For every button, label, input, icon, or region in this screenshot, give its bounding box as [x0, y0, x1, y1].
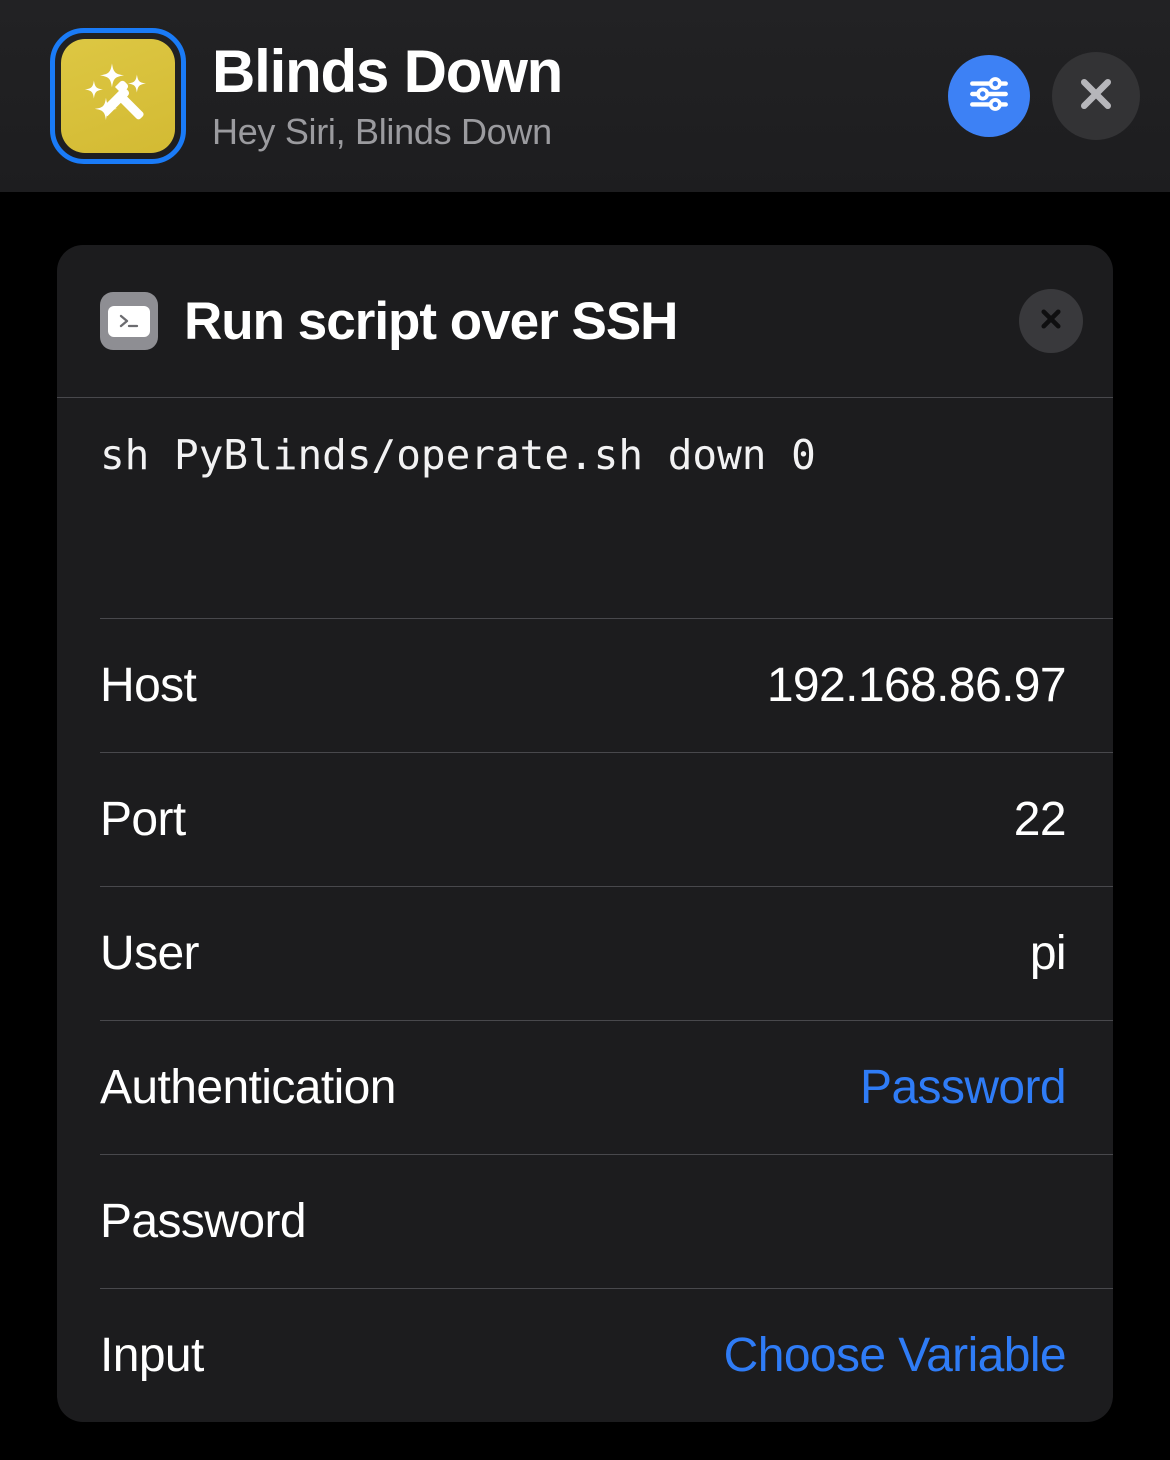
- card-header: Run script over SSH: [57, 245, 1113, 397]
- header-text-block: Blinds Down Hey Siri, Blinds Down: [212, 40, 938, 153]
- app-header: Blinds Down Hey Siri, Blinds Down: [0, 0, 1170, 192]
- field-label: Port: [100, 793, 186, 846]
- field-label: Password: [100, 1195, 307, 1248]
- field-row-authentication[interactable]: Authentication Password: [57, 1021, 1113, 1154]
- field-value-user[interactable]: pi: [1030, 926, 1067, 981]
- header-actions: [948, 52, 1140, 140]
- script-text[interactable]: sh PyBlinds/operate.sh down 0: [100, 430, 1070, 481]
- field-value-port[interactable]: 22: [1014, 792, 1067, 847]
- magic-wand-icon: [61, 39, 175, 153]
- field-row-user[interactable]: User pi: [57, 887, 1113, 1020]
- field-value-input[interactable]: Choose Variable: [724, 1328, 1067, 1383]
- settings-button[interactable]: [948, 55, 1030, 137]
- field-label: User: [100, 927, 200, 980]
- field-label: Authentication: [100, 1061, 396, 1114]
- field-row-input[interactable]: Input Choose Variable: [57, 1289, 1113, 1422]
- shortcut-icon-selection-ring[interactable]: [50, 28, 186, 164]
- shortcut-subtitle: Hey Siri, Blinds Down: [212, 110, 552, 152]
- field-value-host[interactable]: 192.168.86.97: [767, 658, 1067, 713]
- terminal-icon: [100, 292, 158, 350]
- field-label: Host: [100, 659, 197, 712]
- field-row-port[interactable]: Port 22: [57, 753, 1113, 886]
- ssh-action-card: Run script over SSH sh PyBlinds/operate.…: [57, 245, 1113, 1422]
- close-shortcut-button[interactable]: [1052, 52, 1140, 140]
- terminal-screen: [108, 305, 150, 337]
- close-action-button[interactable]: [1019, 289, 1083, 353]
- card-title: Run script over SSH: [184, 291, 678, 351]
- field-row-host[interactable]: Host 192.168.86.97: [57, 619, 1113, 752]
- shortcut-title: Blinds Down: [212, 37, 563, 105]
- field-label: Input: [100, 1329, 204, 1382]
- field-value-authentication[interactable]: Password: [860, 1060, 1067, 1115]
- sliders-icon: [966, 71, 1012, 122]
- close-icon: [1070, 68, 1122, 125]
- script-editor[interactable]: sh PyBlinds/operate.sh down 0: [57, 398, 1113, 618]
- field-row-password[interactable]: Password: [57, 1155, 1113, 1288]
- close-icon: [1031, 299, 1071, 344]
